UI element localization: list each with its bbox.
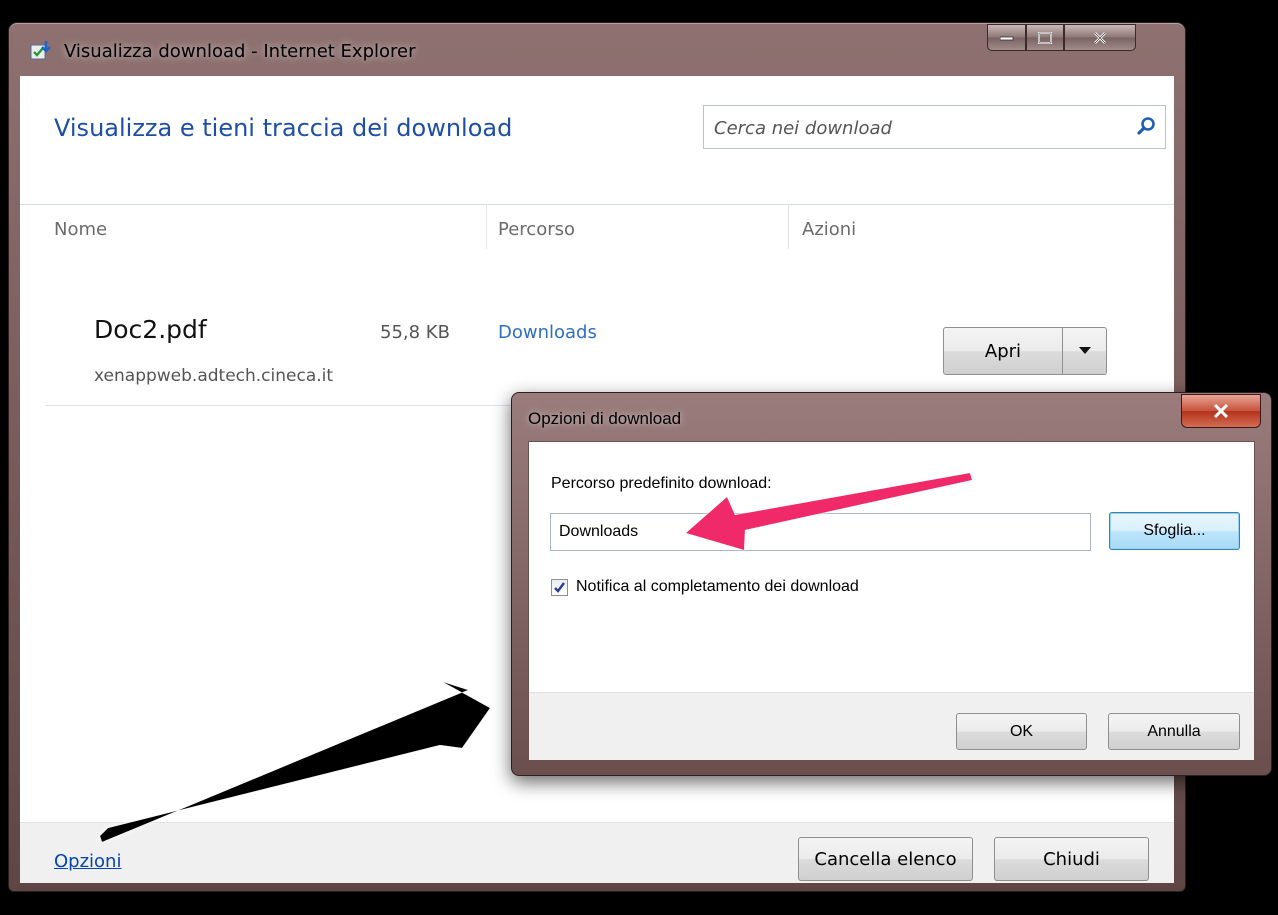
- notify-checkbox[interactable]: [551, 578, 568, 596]
- download-options-dialog: Opzioni di download Percorso predefinito…: [511, 392, 1272, 776]
- page-title: Visualizza e tieni traccia dei download: [54, 114, 513, 142]
- cancel-button[interactable]: Annulla: [1108, 713, 1240, 750]
- close-icon: [1094, 31, 1106, 44]
- file-source: xenappweb.adtech.cineca.it: [94, 366, 334, 386]
- window-close-button[interactable]: [1064, 24, 1136, 51]
- maximize-button[interactable]: [1026, 24, 1064, 51]
- maximize-icon: [1038, 31, 1052, 44]
- open-button[interactable]: Apri: [943, 327, 1063, 375]
- notify-option: Notifica al completamento dei download: [551, 578, 859, 596]
- close-button[interactable]: Chiudi: [994, 837, 1149, 881]
- search-icon[interactable]: [1137, 116, 1157, 140]
- default-path-label: Percorso predefinito download:: [551, 475, 772, 492]
- clear-list-button[interactable]: Cancella elenco: [798, 837, 973, 881]
- header-divider: [20, 204, 1174, 205]
- search-box[interactable]: [703, 105, 1166, 150]
- open-split-button: Apri: [943, 327, 1107, 375]
- column-header-name: Nome: [54, 219, 108, 240]
- file-size: 55,8 KB: [380, 322, 450, 343]
- file-location-link[interactable]: Downloads: [498, 322, 597, 343]
- minimize-button[interactable]: [987, 24, 1026, 51]
- dialog-title: Opzioni di download: [528, 409, 682, 428]
- title-bar[interactable]: Visualizza download - Internet Explorer: [9, 23, 1185, 75]
- close-icon: [1213, 404, 1229, 418]
- minimize-icon: [999, 36, 1013, 40]
- options-link[interactable]: Opzioni: [54, 851, 121, 872]
- dialog-close-button[interactable]: [1181, 394, 1261, 428]
- column-header-location: Percorso: [498, 219, 575, 240]
- default-path-input[interactable]: [550, 513, 1091, 551]
- chevron-down-icon: [1078, 347, 1091, 354]
- window-title: Visualizza download - Internet Explorer: [64, 41, 416, 62]
- dialog-footer: OK Annulla: [529, 692, 1254, 760]
- column-header-actions: Azioni: [802, 219, 857, 240]
- window-footer: Opzioni Cancella elenco Chiudi: [20, 822, 1174, 883]
- open-dropdown-button[interactable]: [1063, 327, 1107, 375]
- browse-button[interactable]: Sfoglia...: [1109, 512, 1240, 550]
- checkmark-icon: [554, 581, 565, 593]
- column-separator: [788, 204, 789, 249]
- notify-label[interactable]: Notifica al completamento dei download: [576, 578, 859, 596]
- ok-button[interactable]: OK: [956, 713, 1087, 750]
- column-separator: [486, 204, 487, 249]
- file-name: Doc2.pdf: [94, 315, 207, 344]
- download-manager-icon: [29, 39, 51, 61]
- dialog-content: Percorso predefinito download: Sfoglia..…: [528, 441, 1255, 760]
- search-input[interactable]: [712, 106, 1126, 150]
